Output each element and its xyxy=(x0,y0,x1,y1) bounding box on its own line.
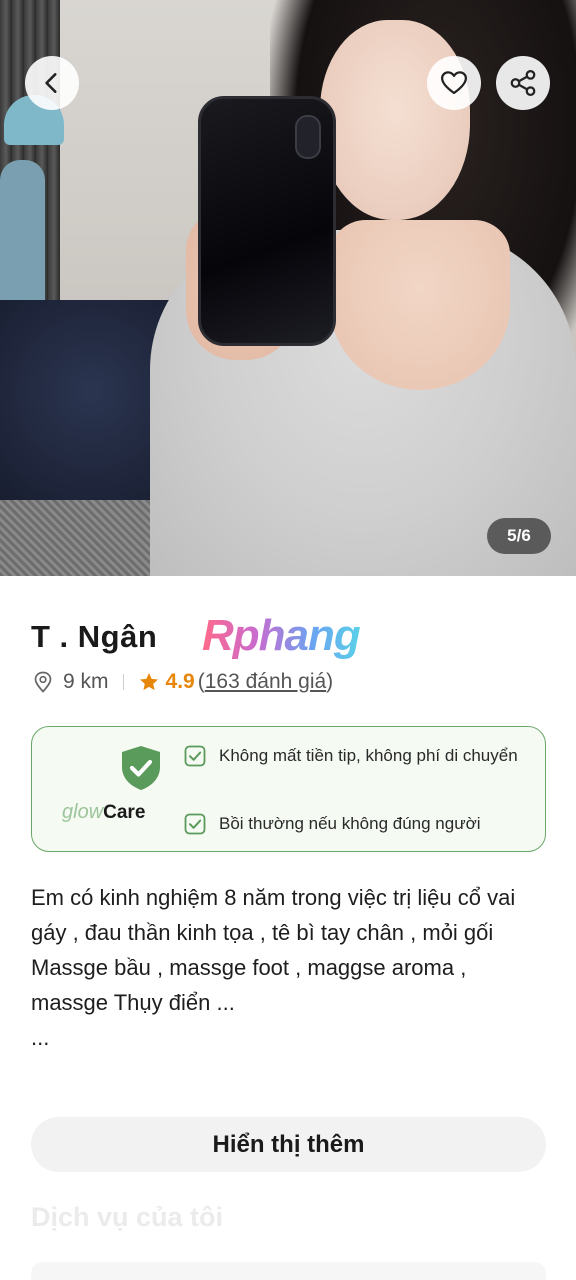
care-item: Bồi thường nếu không đúng người xyxy=(184,813,481,835)
glow-care-logo: glowCare xyxy=(62,745,192,835)
reviews-link[interactable]: 163 đánh giá xyxy=(205,670,326,694)
shield-check-icon xyxy=(122,746,160,790)
photo-counter: 5/6 xyxy=(487,518,551,554)
chevron-left-icon xyxy=(45,73,57,93)
meta-row: 9 km 4.9 ( 163 đánh giá ) xyxy=(31,666,333,698)
profile-photo[interactable]: 5/6 xyxy=(0,0,576,576)
photo-face xyxy=(320,20,470,220)
star-icon xyxy=(139,673,158,691)
description-line: ... xyxy=(31,1025,50,1050)
services-section-title: Dịch vụ của tôi xyxy=(31,1202,224,1232)
provider-name: T . Ngân xyxy=(31,619,158,654)
glow-care-box: glowCare Không mất tiền tip, không phí d… xyxy=(31,726,546,852)
brand-logo: Rphang xyxy=(202,611,361,660)
photo-neck xyxy=(330,220,510,390)
heart-icon xyxy=(441,71,467,95)
share-button[interactable] xyxy=(496,56,550,110)
checkbox-icon xyxy=(184,813,206,835)
share-icon xyxy=(510,70,536,96)
checkbox-icon xyxy=(184,745,206,767)
description-line: Massge bầu , massge foot , maggse aroma … xyxy=(31,955,467,1015)
divider xyxy=(122,674,124,690)
reviews-close-paren: ) xyxy=(326,670,334,693)
services-card-edge xyxy=(31,1262,546,1280)
back-button[interactable] xyxy=(25,56,79,110)
care-item-text: Bồi thường nếu không đúng người xyxy=(219,814,481,833)
description-line: Em có kinh nghiệm 8 năm trong việc trị l… xyxy=(31,885,516,945)
reviews-open-paren: ( xyxy=(197,670,205,693)
care-item: Không mất tiền tip, không phí di chuyển xyxy=(184,745,518,767)
name-row: T . Ngân xyxy=(31,612,157,662)
map-pin-icon xyxy=(34,671,52,693)
description: Em có kinh nghiệm 8 năm trong việc trị l… xyxy=(31,880,546,1055)
photo-phone xyxy=(198,96,336,346)
distance: 9 km xyxy=(63,670,109,693)
rating-value: 4.9 xyxy=(165,670,195,693)
care-item-text: Không mất tiền tip, không phí di chuyển xyxy=(219,746,518,765)
glow-care-wordmark: glowCare xyxy=(62,801,146,823)
favorite-button[interactable] xyxy=(427,56,481,110)
show-more-button[interactable]: Hiển thị thêm xyxy=(31,1117,546,1172)
